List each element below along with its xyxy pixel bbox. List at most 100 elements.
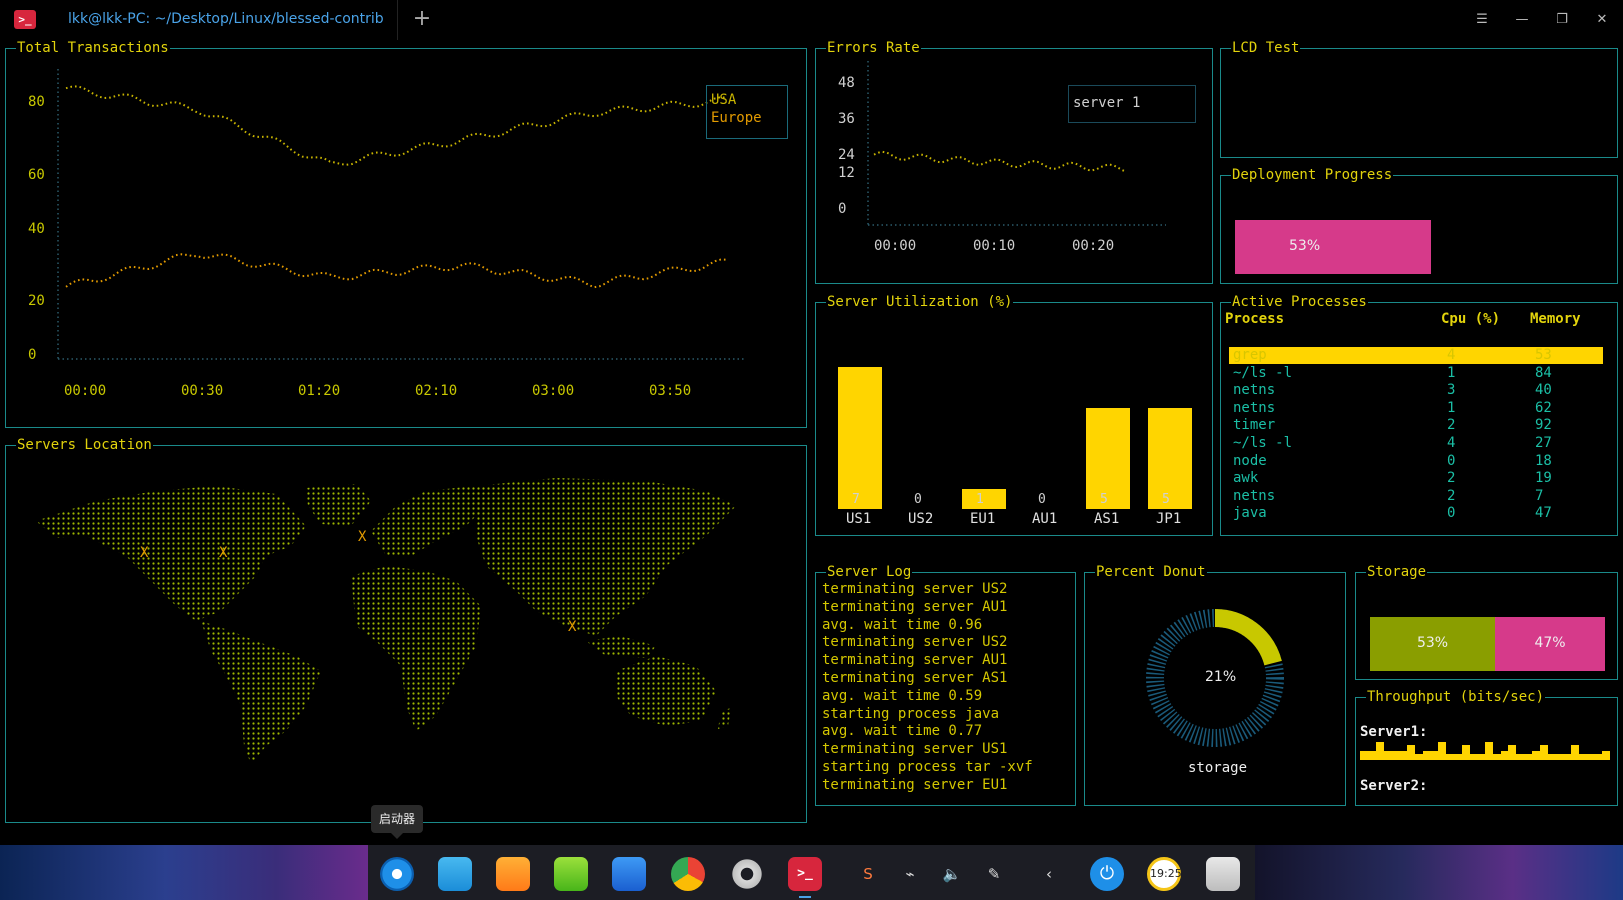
window-title: lkk@lkk-PC: ~/Desktop/Linux/blessed-cont… [68, 11, 384, 27]
total-transactions-panel: Total Transactions 80 60 40 20 0 00:00 0… [5, 39, 807, 428]
panel-title: Server Log [826, 563, 913, 581]
wallpaper-right [1255, 845, 1623, 900]
bar-value-label: 7 [852, 492, 860, 507]
world-map: X X X X [36, 478, 736, 764]
lcd-test-panel: LCD Test [1220, 39, 1618, 158]
launcher-icon[interactable] [380, 857, 414, 891]
chrome-icon[interactable] [671, 857, 705, 891]
y-tick: 60 [28, 167, 45, 183]
y-tick: 80 [28, 94, 45, 110]
table-row[interactable]: netns 2 7 [1229, 488, 1603, 505]
spark-bar [1453, 754, 1462, 760]
cell-cpu: 2 [1447, 487, 1456, 504]
x-tick: 00:20 [1072, 238, 1115, 254]
table-row[interactable]: java 0 47 [1229, 505, 1603, 522]
table-row[interactable]: ~/ls -l 4 27 [1229, 435, 1603, 452]
trash-icon[interactable] [1206, 857, 1240, 891]
tooltip-arrow [391, 833, 403, 839]
server-marker: X [358, 529, 367, 545]
volume-icon[interactable]: 🔈 [941, 863, 963, 885]
spark-bar [1531, 751, 1540, 760]
donut-percent: 21% [1205, 669, 1237, 685]
input-method-icon[interactable]: S [857, 863, 879, 885]
chart-legend: USA Europe [706, 85, 788, 139]
terminal-tab[interactable]: lkk@lkk-PC: ~/Desktop/Linux/blessed-cont… [52, 0, 398, 40]
utilization-chart: 7 US1 0 US2 1 EU1 0 AU1 5 AS1 5 JP1 [816, 303, 1212, 535]
terminal-icon[interactable]: >_ [788, 857, 822, 891]
minimize-button[interactable]: — [1512, 10, 1532, 30]
table-row[interactable]: awk 2 19 [1229, 470, 1603, 487]
progress-bar: 53% [1235, 220, 1431, 274]
cell-mem: 84 [1535, 364, 1552, 381]
table-row[interactable]: timer 2 92 [1229, 417, 1603, 434]
bar-category-label: US2 [908, 511, 934, 527]
settings-icon[interactable] [730, 857, 764, 891]
cell-name: netns [1233, 382, 1276, 399]
log-line: terminating server US2 [822, 634, 1008, 651]
server2-label: Server2: [1360, 778, 1428, 794]
deployment-progress-panel: Deployment Progress 53% [1220, 166, 1618, 284]
spark-bar [1563, 754, 1572, 760]
cell-cpu: 4 [1447, 435, 1456, 451]
cell-cpu: 2 [1447, 470, 1456, 487]
server-marker: X [219, 545, 228, 561]
log-line: avg. wait time 0.59 [822, 687, 983, 704]
spark-bar [1461, 745, 1470, 760]
x-tick: 03:00 [532, 383, 575, 399]
bar-value-label: 5 [1162, 492, 1170, 507]
panel-title: Throughput (bits/sec) [1366, 688, 1546, 706]
server-marker: X [568, 619, 577, 635]
add-tab-button[interactable]: + [410, 6, 434, 32]
spark-bar [1414, 754, 1423, 760]
music-icon[interactable] [554, 857, 588, 891]
spark-bar [1391, 751, 1400, 760]
spark-bar [1445, 754, 1454, 760]
spark-bar [1516, 754, 1525, 760]
progress-label: 53% [1289, 238, 1321, 254]
bar-category-label: AU1 [1032, 511, 1058, 527]
table-row[interactable]: netns 3 40 [1229, 382, 1603, 399]
cell-mem: 19 [1535, 470, 1552, 487]
y-tick: 40 [28, 221, 45, 237]
panel-title: Active Processes [1231, 293, 1368, 311]
spark-bar [1360, 751, 1368, 760]
x-tick: 03:50 [649, 383, 692, 399]
segment-label: 53% [1416, 635, 1449, 651]
spark-bar [1477, 754, 1486, 760]
bar-category-label: JP1 [1156, 511, 1182, 527]
cell-mem: 7 [1535, 487, 1544, 504]
table-row[interactable]: node 0 18 [1229, 453, 1603, 470]
bar [838, 367, 882, 509]
app-store-icon[interactable] [496, 857, 530, 891]
panel-title: Storage [1366, 563, 1428, 581]
legend-server-1: server 1 [1073, 95, 1141, 111]
table-row[interactable]: ~/ls -l 1 84 [1229, 365, 1603, 382]
cell-name: node [1233, 452, 1267, 469]
file-manager-icon[interactable] [438, 857, 472, 891]
table-row[interactable]: grep 4 53 [1229, 347, 1603, 364]
spark-bar [1375, 742, 1384, 760]
cell-name: java [1233, 505, 1267, 522]
taskbar: >_ S ⌁ 🔈 ✎ ‹ ⏻ 19:25 [0, 845, 1623, 900]
chevron-left-icon[interactable]: ‹ [1038, 863, 1060, 885]
pen-icon[interactable]: ✎ [983, 863, 1005, 885]
log-line: terminating server US1 [822, 741, 1008, 758]
table-row[interactable]: netns 1 62 [1229, 400, 1603, 417]
spark-bar [1422, 751, 1431, 760]
maximize-button[interactable]: ❐ [1552, 10, 1572, 30]
video-icon[interactable] [612, 857, 646, 891]
storage-segment-used: 53% [1370, 617, 1495, 671]
power-icon[interactable]: ⏻ [1090, 857, 1124, 891]
donut-label: storage [1188, 760, 1248, 776]
clock-icon[interactable]: 19:25 [1147, 857, 1182, 891]
cell-name: netns [1233, 399, 1276, 416]
cell-mem: 92 [1535, 417, 1552, 434]
servers-location-panel: Servers Location X X X X [5, 436, 807, 823]
y-tick: 36 [838, 111, 855, 127]
terminal-logo-icon: >_ [14, 10, 36, 29]
chart-legend: server 1 [1068, 85, 1196, 123]
menu-button[interactable]: ☰ [1472, 10, 1492, 30]
usb-icon[interactable]: ⌁ [899, 863, 921, 885]
close-button[interactable]: ✕ [1592, 10, 1612, 30]
cell-name: netns [1233, 487, 1276, 504]
